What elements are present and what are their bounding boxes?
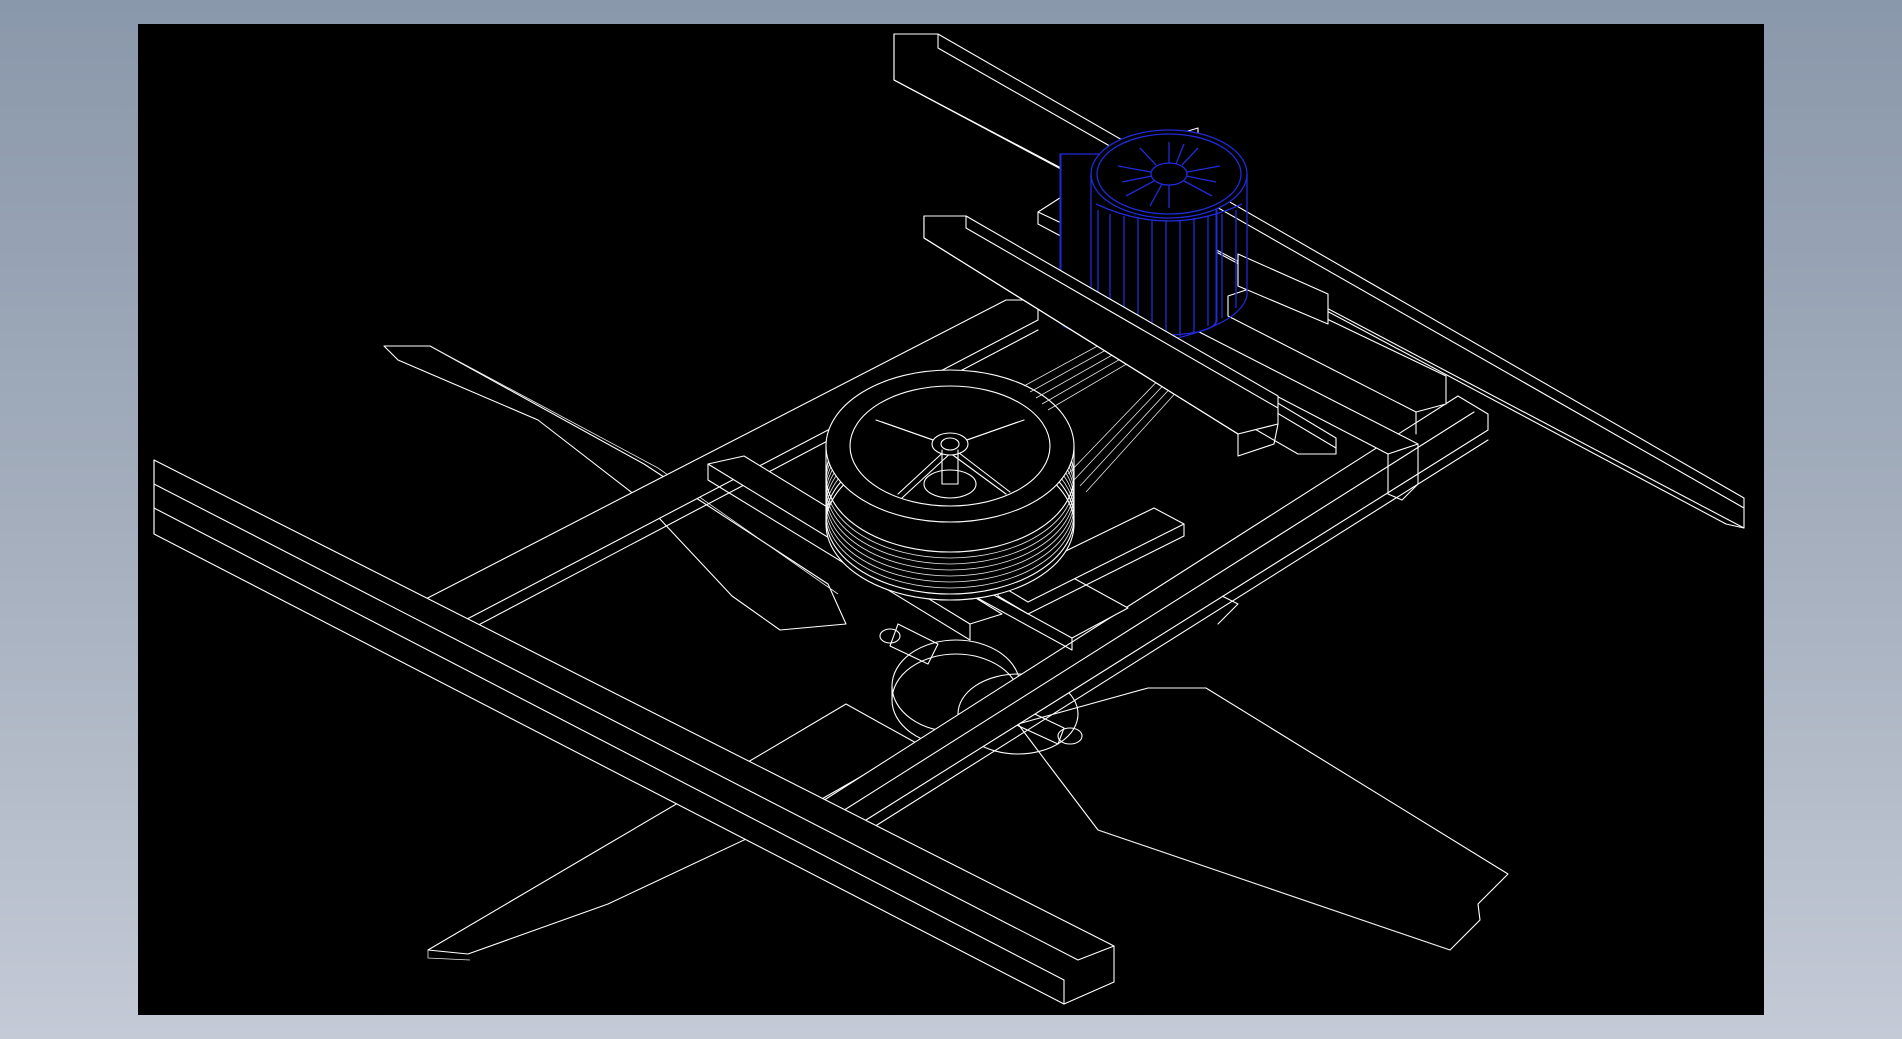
belt-pulley [825,369,1075,601]
drawing-canvas[interactable] [138,24,1764,1015]
fan-blade-lower-right [1017,687,1509,951]
cad-viewport[interactable] [138,24,1764,1015]
